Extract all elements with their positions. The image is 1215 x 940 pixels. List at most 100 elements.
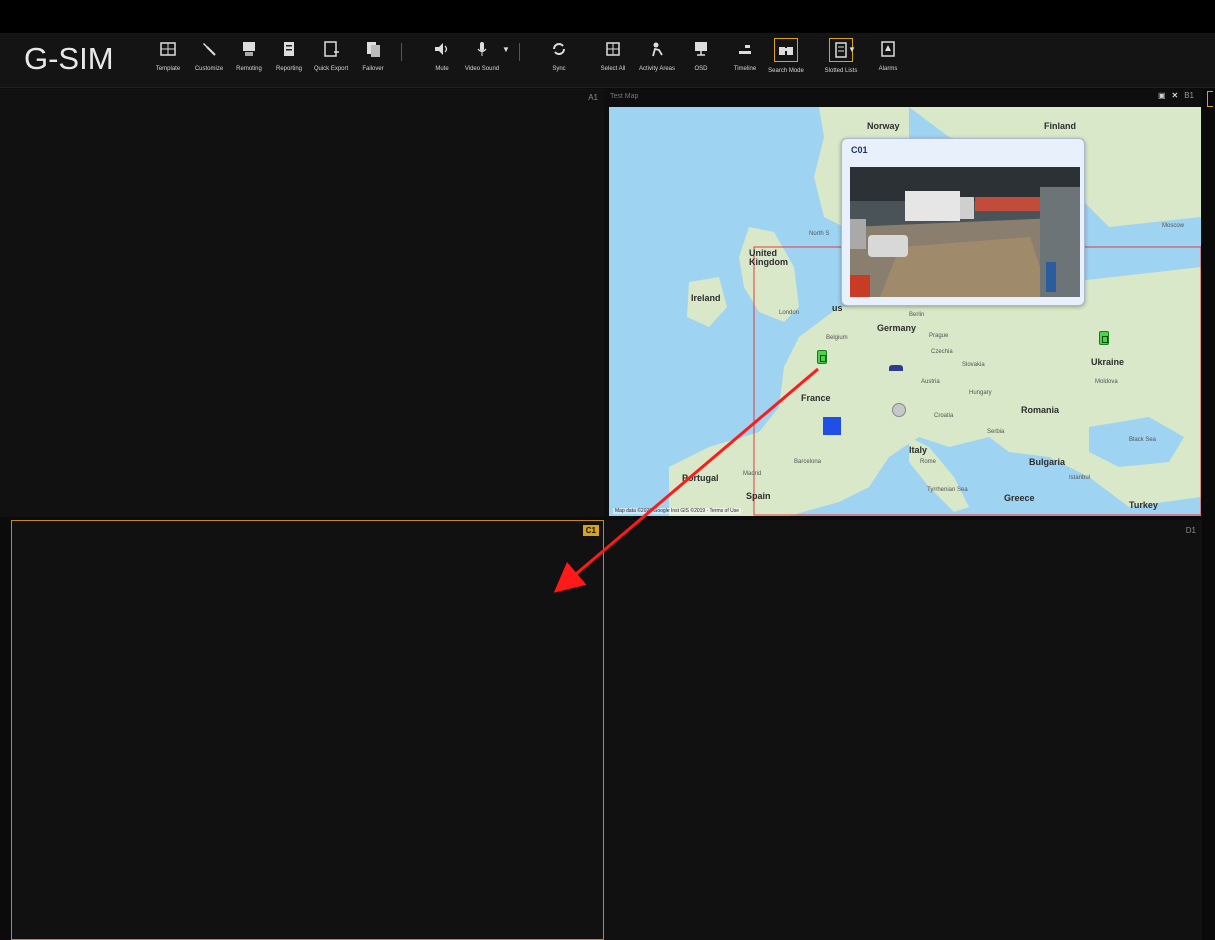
map-label: Italy [909, 445, 928, 455]
camera-marker[interactable] [1099, 331, 1109, 345]
map-label: Romania [1021, 405, 1060, 415]
microphone-icon [471, 38, 493, 60]
map-label: Rome [920, 459, 937, 465]
map-view[interactable]: Norway Finland North S Moscow United Kin… [609, 107, 1201, 516]
select-all-label: Select All [600, 66, 626, 72]
select-all-button[interactable]: Select All [590, 36, 636, 72]
search-mode-button[interactable]: Search Mode [763, 36, 809, 74]
camera-marker[interactable] [817, 350, 827, 364]
map-label: Moldova [1095, 379, 1118, 385]
map-label: us [832, 303, 843, 313]
map-label: Black Sea [1129, 437, 1157, 443]
search-mode-label: Search Mode [768, 68, 804, 74]
video-pane-d1[interactable]: D1 [604, 520, 1202, 940]
timeline-button[interactable]: Timeline [722, 36, 768, 72]
video-sound-button[interactable]: Video Sound [459, 36, 505, 72]
sync-button[interactable]: Sync [536, 36, 582, 72]
map-label: Croatia [934, 413, 954, 419]
failover-button[interactable]: Failover [350, 36, 396, 72]
map-label: United Kingdom [749, 248, 788, 267]
map-label: France [801, 393, 831, 403]
map-label: Prague [929, 333, 949, 339]
slotted-lists-button[interactable]: Slotted Lists [818, 36, 864, 74]
map-label: Belgium [826, 335, 848, 341]
map-label: London [779, 310, 800, 316]
video-pane-a1[interactable]: A1 [0, 89, 604, 517]
map-label: Czechia [931, 349, 953, 355]
sync-label: Sync [552, 66, 566, 72]
video-frame [850, 167, 1080, 297]
map-marker-square[interactable] [823, 417, 841, 435]
wrench-icon [198, 38, 220, 60]
alarm-icon [877, 38, 899, 60]
template-label: Template [155, 66, 181, 72]
close-icon[interactable]: ✕ [1172, 91, 1179, 100]
map-marker-circle[interactable] [892, 403, 906, 417]
map-label: Moscow [1162, 223, 1185, 229]
pane-label: C1 [582, 525, 599, 536]
reporting-label: Reporting [275, 66, 302, 72]
video-pane-c1[interactable]: C1 [11, 520, 604, 940]
toolbar-separator [401, 43, 402, 61]
alarms-button[interactable]: Alarms [865, 36, 911, 72]
remoting-icon [238, 38, 260, 60]
map-label: Slovakia [962, 362, 985, 368]
mute-label: Mute [435, 66, 449, 72]
pane-label: A1 [588, 93, 598, 102]
remoting-label: Remoting [236, 66, 262, 72]
timeline-icon [734, 38, 756, 60]
panel-tab[interactable] [1207, 91, 1213, 107]
timeline-label: Timeline [733, 66, 757, 72]
main-toolbar: G-SIM Template Customize Remoting Report… [0, 33, 1215, 88]
customize-label: Customize [194, 66, 224, 72]
map-attribution: Map data ©2020 Google Inst GIS ©2019 - T… [613, 508, 742, 514]
app-window: G-SIM Template Customize Remoting Report… [0, 0, 1215, 940]
map-controls: ▣ ✕ B1 [1158, 91, 1194, 100]
reporting-button[interactable]: Reporting [266, 36, 312, 72]
pane-label: B1 [1184, 91, 1194, 100]
dome-camera-icon[interactable] [889, 365, 903, 371]
map-label: Serbia [987, 429, 1005, 435]
failover-label: Failover [362, 66, 384, 72]
map-label: Ukraine [1091, 357, 1125, 367]
map-pane-b1[interactable]: Test Map ▣ ✕ B1 Norway Finland North S M… [604, 89, 1202, 517]
activity-icon [646, 38, 668, 60]
chevron-down-icon[interactable]: ▼ [502, 45, 510, 54]
failover-icon [362, 38, 384, 60]
osd-label: OSD [694, 66, 708, 72]
map-label: North S [809, 231, 830, 237]
alarms-label: Alarms [878, 66, 898, 72]
monitor-icon [690, 38, 712, 60]
map-label: Madrid [743, 471, 762, 477]
quick-export-label: Quick Export [313, 66, 349, 72]
maximize-icon[interactable]: ▣ [1158, 91, 1166, 100]
camera-video-preview [850, 167, 1080, 297]
map-label: Spain [746, 491, 771, 501]
title-bar [0, 0, 1215, 33]
activity-areas-button[interactable]: Activity Areas [634, 36, 680, 72]
map-label: Bulgaria [1029, 457, 1066, 467]
app-logo: G-SIM [24, 41, 114, 76]
popup-title: C01 [851, 145, 868, 155]
quick-export-button[interactable]: Quick Export [308, 36, 354, 72]
map-label: Turkey [1129, 500, 1158, 510]
binoculars-icon [774, 38, 798, 62]
map-label: Austria [921, 379, 940, 385]
map-title: Test Map [610, 93, 639, 100]
pane-label: D1 [1185, 526, 1196, 535]
map-label: Greece [1004, 493, 1035, 503]
camera-popup[interactable]: C01 [841, 138, 1085, 306]
toolbar-separator [519, 43, 520, 61]
activity-areas-label: Activity Areas [638, 66, 675, 72]
map-label: Ireland [691, 293, 721, 303]
osd-button[interactable]: OSD [678, 36, 724, 72]
slotted-lists-label: Slotted Lists [824, 68, 858, 74]
map-label: Portugal [682, 473, 719, 483]
map-label: Tyrrhenian Sea [927, 487, 968, 493]
sync-icon [548, 38, 570, 60]
chevron-down-icon[interactable]: ▼ [848, 45, 856, 54]
right-side-panel [1203, 89, 1215, 940]
video-sound-label: Video Sound [464, 66, 500, 72]
map-label: Hungary [969, 390, 992, 396]
template-button[interactable]: Template [145, 36, 191, 72]
